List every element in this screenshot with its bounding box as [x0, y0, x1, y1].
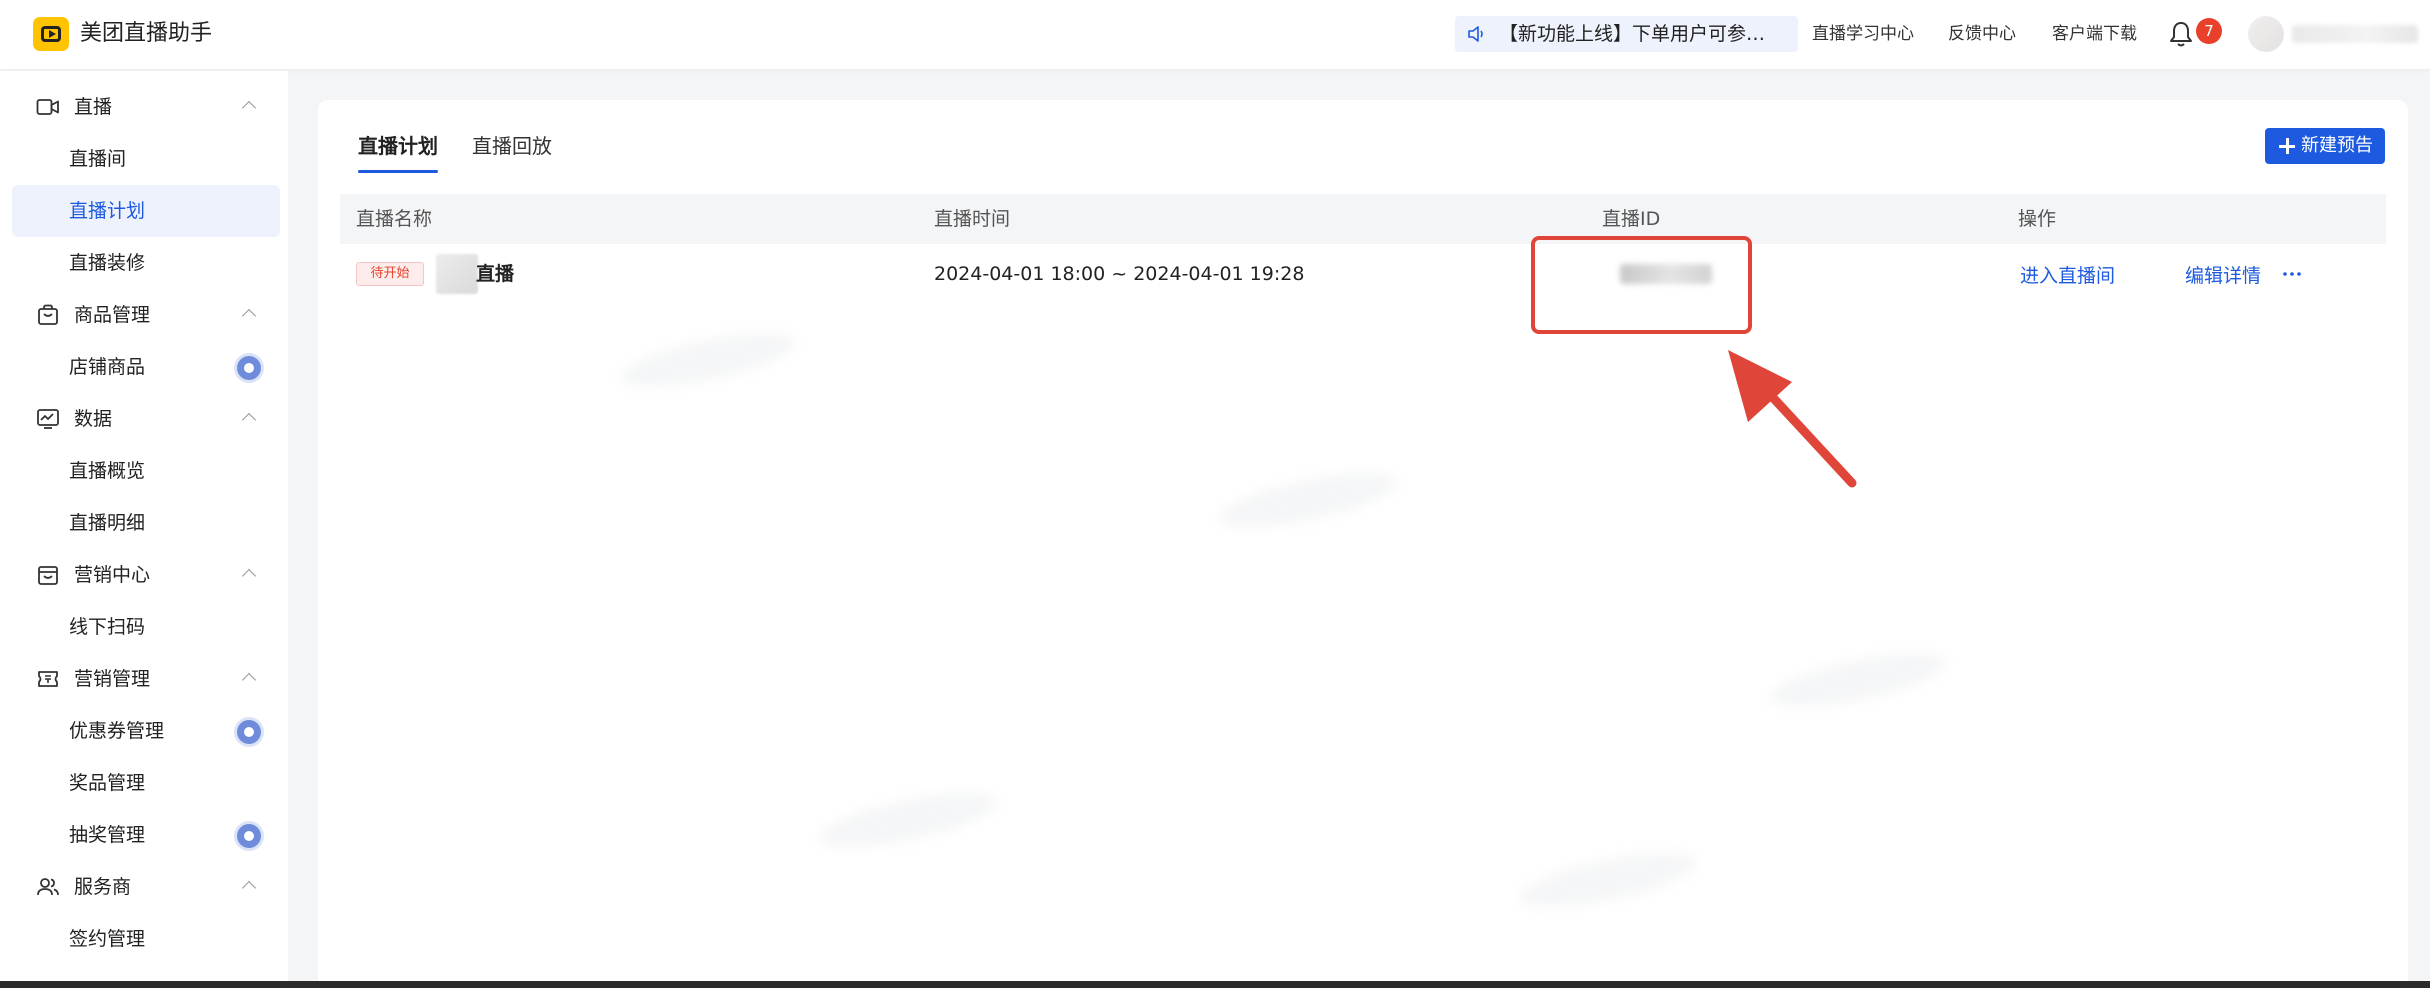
more-options-icon[interactable] — [2280, 262, 2304, 286]
sidebar-group-label: 营销中心 — [74, 564, 151, 586]
enter-live-room-link[interactable]: 进入直播间 — [2020, 262, 2115, 290]
watermark — [1765, 641, 1951, 719]
sidebar-item-live-decoration[interactable]: 直播装修 — [12, 237, 280, 289]
column-header-id: 直播ID — [1602, 208, 1661, 230]
sidebar-item-label: 直播明细 — [69, 512, 146, 534]
sidebar-item-prize-management[interactable]: 奖品管理 — [12, 757, 280, 809]
sidebar-item-label: 签约管理 — [69, 928, 146, 950]
annotation-arrow-icon — [1728, 350, 1857, 488]
new-dot-icon — [237, 824, 261, 848]
sidebar-item-live-overview[interactable]: 直播概览 — [12, 445, 280, 497]
sidebar-item-live-room[interactable]: 直播间 — [12, 133, 280, 185]
sidebar-item-label: 直播装修 — [69, 252, 146, 274]
sidebar-item-coupon-management[interactable]: 优惠券管理 — [12, 705, 280, 757]
sidebar-group-service-provider[interactable]: 服务商 — [0, 861, 288, 913]
sidebar-group-label: 直播 — [74, 96, 113, 118]
main-content-card: 直播计划 直播回放 新建预告 直播名称 直播时间 直播ID 操作 待开始 直播 … — [318, 100, 2408, 988]
tab-live-replay[interactable]: 直播回放 — [472, 130, 552, 162]
top-header: 美团直播助手 【新功能上线】下单用户可参… 直播学习中心 反馈中心 客户端下载 … — [0, 0, 2430, 70]
sidebar-item-label: 优惠券管理 — [69, 720, 165, 742]
new-dot-icon — [237, 356, 261, 380]
sidebar-item-live-plan[interactable]: 直播计划 — [12, 185, 280, 237]
watermark — [1515, 841, 1701, 919]
column-header-time: 直播时间 — [934, 208, 1011, 230]
sidebar-group-marketing-management[interactable]: 营销管理 — [0, 653, 288, 705]
sidebar-group-products[interactable]: 商品管理 — [0, 289, 288, 341]
sidebar-group-live[interactable]: 直播 — [0, 81, 288, 133]
app-logo-icon — [33, 17, 69, 51]
active-tab-indicator — [358, 170, 438, 173]
window-bottom-edge — [0, 981, 2430, 988]
sidebar-item-live-detail[interactable]: 直播明细 — [12, 497, 280, 549]
shopping-bag-icon — [38, 304, 58, 325]
sidebar-item-label: 直播间 — [69, 148, 127, 170]
table-row: 待开始 直播 2024-04-01 18:00 ~ 2024-04-01 19:… — [340, 244, 2386, 312]
sidebar-item-contract-management[interactable]: 签约管理 — [12, 913, 280, 965]
sidebar-group-label: 营销管理 — [74, 668, 151, 690]
column-header-name: 直播名称 — [356, 208, 433, 230]
user-name-blurred[interactable] — [2292, 25, 2418, 43]
new-dot-icon — [237, 720, 261, 744]
plus-icon — [2279, 138, 2295, 154]
live-name: 直播 — [476, 263, 515, 285]
sidebar-item-label: 直播计划 — [69, 200, 146, 222]
chevron-up-icon[interactable] — [241, 100, 257, 116]
status-badge: 待开始 — [356, 262, 424, 286]
annotation-highlight-box — [1531, 236, 1752, 334]
notification-badge: 7 — [2196, 18, 2222, 44]
edit-details-link[interactable]: 编辑详情 — [2185, 262, 2261, 290]
client-download-link[interactable]: 客户端下载 — [2052, 20, 2137, 48]
store-icon — [38, 566, 58, 585]
sidebar-item-offline-scan[interactable]: 线下扫码 — [12, 601, 280, 653]
chevron-up-icon[interactable] — [241, 672, 257, 688]
chevron-up-icon[interactable] — [241, 880, 257, 896]
sidebar-group-label: 服务商 — [74, 876, 132, 898]
sidebar-group-marketing-center[interactable]: 营销中心 — [0, 549, 288, 601]
chevron-up-icon[interactable] — [241, 308, 257, 324]
sidebar-group-data[interactable]: 数据 — [0, 393, 288, 445]
chevron-up-icon[interactable] — [241, 412, 257, 428]
announcement-text[interactable]: 【新功能上线】下单用户可参… — [1499, 16, 1789, 52]
watermark — [1215, 461, 1401, 539]
sidebar-item-store-products[interactable]: 店铺商品 — [12, 341, 280, 393]
sidebar-item-label: 直播概览 — [69, 460, 146, 482]
feedback-center-link[interactable]: 反馈中心 — [1948, 20, 2016, 48]
bell-icon[interactable] — [2168, 20, 2194, 48]
sidebar: 直播 直播间 直播计划 直播装修 商品管理 店铺商品 数据 直播概览 直播明细 … — [0, 71, 288, 981]
sidebar-item-label: 线下扫码 — [69, 616, 146, 638]
learning-center-link[interactable]: 直播学习中心 — [1812, 20, 1914, 48]
sidebar-item-label: 抽奖管理 — [69, 824, 146, 846]
chart-monitor-icon — [37, 409, 59, 429]
ticket-icon — [38, 671, 58, 687]
column-header-actions: 操作 — [2018, 208, 2057, 230]
sidebar-item-label: 店铺商品 — [69, 356, 146, 378]
users-icon — [37, 878, 59, 896]
chevron-up-icon[interactable] — [241, 568, 257, 584]
speaker-icon — [1468, 26, 1483, 42]
table-header: 直播名称 直播时间 直播ID 操作 — [340, 194, 2386, 244]
avatar[interactable] — [2248, 16, 2284, 52]
watermark — [815, 781, 1001, 859]
live-time: 2024-04-01 18:00 ~ 2024-04-01 19:28 — [934, 263, 1305, 285]
live-cover-thumbnail — [436, 254, 478, 294]
sidebar-item-label: 奖品管理 — [69, 772, 146, 794]
sidebar-group-label: 数据 — [74, 408, 113, 430]
announcement-bar[interactable]: 【新功能上线】下单用户可参… — [1455, 16, 1798, 52]
app-title: 美团直播助手 — [80, 21, 213, 46]
new-preview-button[interactable]: 新建预告 — [2265, 128, 2385, 164]
new-preview-button-label: 新建预告 — [2301, 135, 2373, 156]
sidebar-item-lottery-management[interactable]: 抽奖管理 — [12, 809, 280, 861]
sidebar-group-label: 商品管理 — [74, 304, 151, 326]
tab-live-plan[interactable]: 直播计划 — [358, 130, 438, 162]
watermark — [615, 321, 801, 399]
video-camera-icon — [36, 99, 59, 115]
